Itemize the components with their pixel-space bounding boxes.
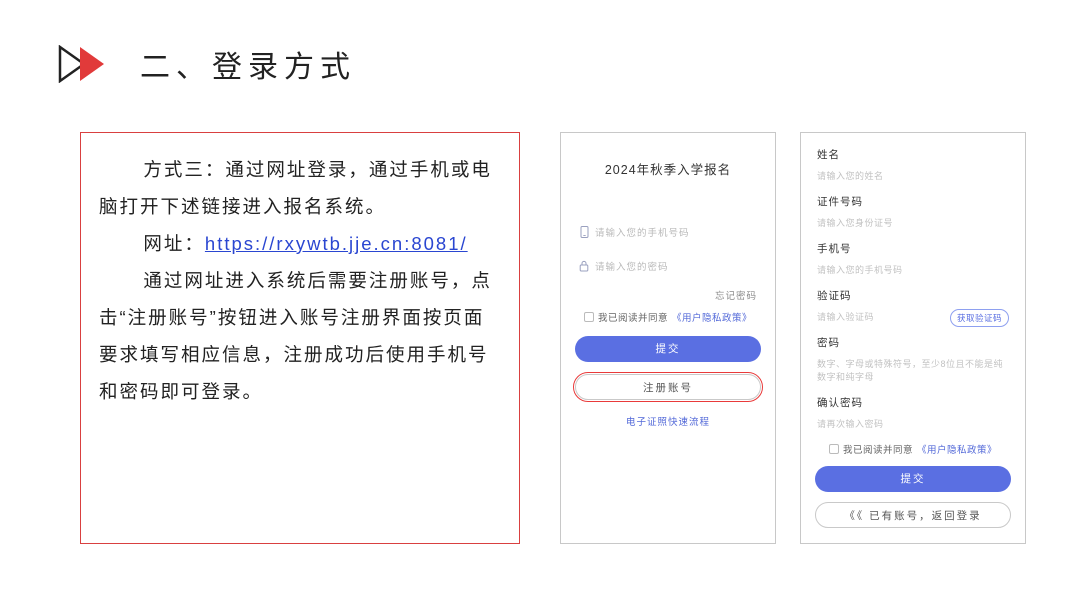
phone-icon (579, 226, 589, 238)
login-panel: 2024年秋季入学报名 请输入您的手机号码 请输入您的密码 忘记密码 我已阅读并… (560, 132, 776, 544)
slide-title: 二、登录方式 (140, 42, 356, 86)
id-label: 证件号码 (817, 194, 1009, 209)
instruction-box: 方式三：通过网址登录，通过手机或电脑打开下述链接进入报名系统。 网址：https… (80, 132, 520, 544)
digital-cert-link[interactable]: 电子证照快速流程 (573, 414, 763, 428)
password-field: 密码 数字、字母或特殊符号，至少8位且不能是纯数字和纯字母 (817, 335, 1009, 389)
login-phone-placeholder: 请输入您的手机号码 (595, 225, 690, 239)
login-phone-field[interactable]: 请输入您的手机号码 (579, 220, 757, 244)
signup-submit-button[interactable]: 提交 (815, 466, 1011, 492)
agree-prefix: 我已阅读并同意 (598, 310, 668, 324)
get-code-button[interactable]: 获取验证码 (950, 309, 1009, 327)
name-label: 姓名 (817, 147, 1009, 162)
slide-header: 二、登录方式 (58, 42, 356, 86)
password-input[interactable]: 数字、字母或特殊符号，至少8位且不能是纯数字和纯字母 (817, 354, 1009, 389)
signup-panel: 姓名 请输入您的姓名 证件号码 请输入您身份证号 手机号 请输入您的手机号码 验… (800, 132, 1026, 544)
name-input[interactable]: 请输入您的姓名 (817, 166, 1009, 188)
login-title: 2024年秋季入学报名 (573, 159, 763, 178)
lock-icon (579, 260, 589, 272)
login-password-field[interactable]: 请输入您的密码 (579, 254, 757, 278)
id-input[interactable]: 请输入您身份证号 (817, 213, 1009, 235)
phone-input[interactable]: 请输入您的手机号码 (817, 260, 1009, 282)
login-submit-button[interactable]: 提交 (575, 336, 761, 362)
instruction-p1: 方式三：通过网址登录，通过手机或电脑打开下述链接进入报名系统。 (99, 151, 501, 225)
url-label: 网址： (143, 233, 205, 254)
instruction-p3: 通过网址进入系统后需要注册账号，点击“注册账号”按钮进入账号注册界面按页面要求填… (99, 262, 501, 410)
slide-root: 二、登录方式 方式三：通过网址登录，通过手机或电脑打开下述链接进入报名系统。 网… (0, 0, 1080, 608)
phone-field: 手机号 请输入您的手机号码 (817, 241, 1009, 282)
confirm-password-field: 确认密码 请再次输入密码 (817, 395, 1009, 436)
name-field: 姓名 请输入您的姓名 (817, 147, 1009, 188)
code-label: 验证码 (817, 288, 1009, 303)
agree-checkbox[interactable] (584, 312, 594, 322)
login-agree-row: 我已阅读并同意 《用户隐私政策》 (573, 310, 763, 324)
phone-label: 手机号 (817, 241, 1009, 256)
forgot-password-link[interactable]: 忘记密码 (573, 288, 763, 302)
signup-agree-prefix: 我已阅读并同意 (843, 442, 913, 456)
code-field: 验证码 请输入验证码 获取验证码 (817, 288, 1009, 329)
signup-agree-row: 我已阅读并同意 《用户隐私政策》 (813, 442, 1013, 456)
confirm-password-label: 确认密码 (817, 395, 1009, 410)
instruction-url-line: 网址：https://rxywtb.jje.cn:8081/ (99, 225, 501, 262)
code-input[interactable]: 请输入验证码 (817, 307, 950, 329)
register-button[interactable]: 注册账号 (575, 374, 761, 400)
login-password-placeholder: 请输入您的密码 (595, 259, 669, 273)
back-to-login-button[interactable]: 《《 已有账号，返回登录 (815, 502, 1011, 528)
confirm-password-input[interactable]: 请再次输入密码 (817, 414, 1009, 436)
signup-privacy-link[interactable]: 《用户隐私政策》 (917, 442, 997, 456)
url-link[interactable]: https://rxywtb.jje.cn:8081/ (205, 233, 468, 254)
signup-agree-checkbox[interactable] (829, 444, 839, 454)
double-play-icon (58, 45, 120, 83)
id-field: 证件号码 请输入您身份证号 (817, 194, 1009, 235)
password-label: 密码 (817, 335, 1009, 350)
privacy-policy-link[interactable]: 《用户隐私政策》 (672, 310, 752, 324)
